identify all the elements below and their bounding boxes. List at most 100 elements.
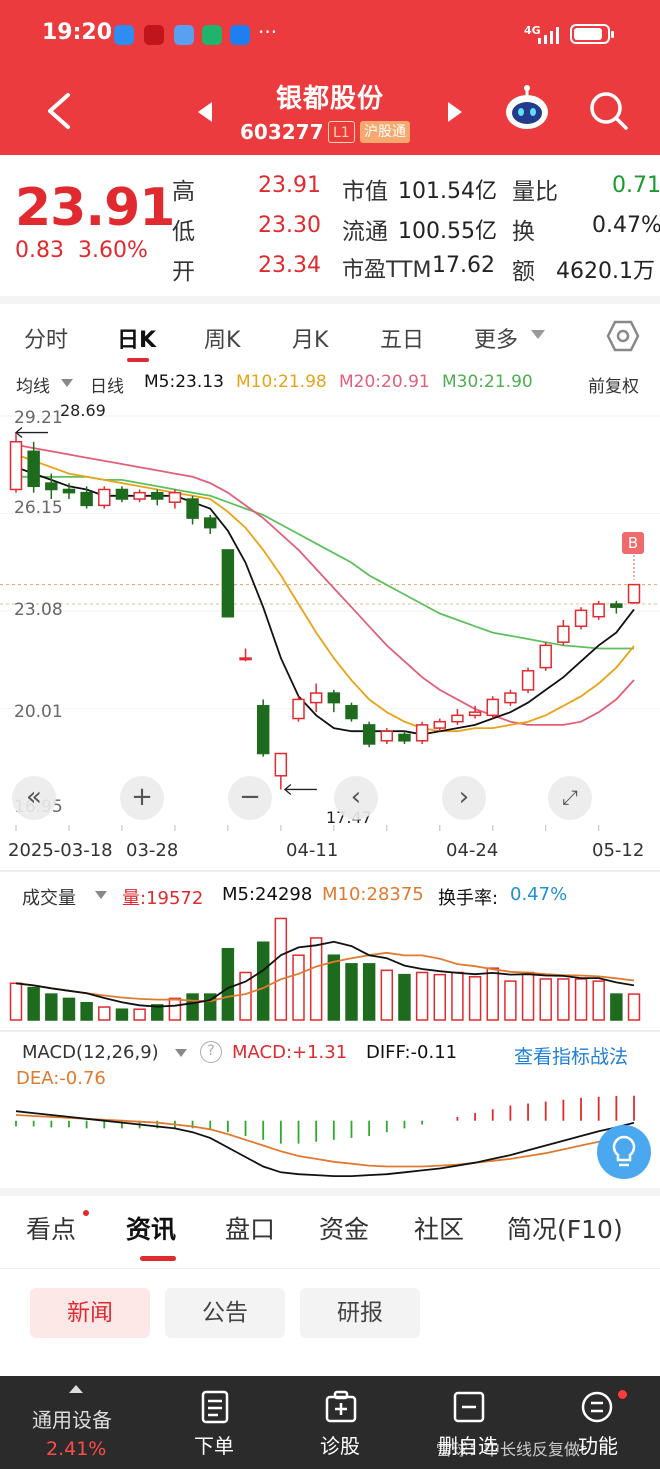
volume-bar bbox=[80, 1001, 93, 1021]
fullscreen-button[interactable]: ⤢ bbox=[548, 776, 592, 820]
volume-bar bbox=[98, 1006, 111, 1021]
macd-chart[interactable] bbox=[0, 1090, 660, 1182]
stock-name: 银都股份 bbox=[275, 84, 384, 114]
candle-body bbox=[574, 609, 588, 628]
volume-bar bbox=[115, 1008, 129, 1021]
mcap-value: 101.54亿 bbox=[398, 179, 497, 204]
volume-selector[interactable]: 成交量 bbox=[22, 884, 76, 910]
order-label[interactable]: 下单 bbox=[194, 1430, 234, 1459]
adjust-mode[interactable]: 前复权 bbox=[588, 372, 639, 397]
volume-chart[interactable] bbox=[0, 908, 660, 1026]
indicator-strategy-link[interactable]: 查看指标战法 bbox=[514, 1042, 628, 1069]
volume-bar bbox=[327, 954, 341, 1021]
tab-capital[interactable]: 资金 bbox=[319, 1210, 369, 1246]
period-label: 日线 bbox=[90, 377, 124, 397]
tab-more[interactable]: 更多 bbox=[474, 322, 518, 354]
open-label: 开 bbox=[172, 259, 195, 285]
zoom-in-button[interactable]: + bbox=[120, 776, 164, 820]
pe-value: 17.62 bbox=[432, 253, 495, 278]
float-value: 100.55亿 bbox=[398, 219, 497, 244]
browser-app-icon bbox=[174, 25, 194, 45]
diff-line bbox=[15, 1110, 635, 1177]
candle-body bbox=[98, 488, 111, 507]
buy-marker[interactable]: B bbox=[622, 532, 644, 554]
menu-icon[interactable] bbox=[580, 1390, 614, 1424]
zoom-out-button[interactable]: − bbox=[228, 776, 272, 820]
remove-watchlist-icon[interactable] bbox=[452, 1390, 486, 1424]
pan-left-button[interactable]: ‹ bbox=[334, 776, 378, 820]
expand-up-icon[interactable] bbox=[68, 1384, 84, 1394]
volume-bar bbox=[345, 963, 358, 1021]
macd-dropdown-icon[interactable] bbox=[174, 1048, 188, 1058]
volume-bar bbox=[433, 973, 446, 1021]
candle-body bbox=[133, 491, 146, 500]
volume-bar bbox=[9, 982, 23, 1021]
high-value: 23.91 bbox=[258, 173, 321, 198]
tab-highlights[interactable]: 看点 bbox=[26, 1210, 76, 1246]
turnover-rate-label: 换手率: bbox=[438, 888, 499, 909]
tab-news[interactable]: 资讯 bbox=[126, 1210, 176, 1246]
volume-bar bbox=[380, 969, 394, 1021]
diff-value: DIFF:-0.11 bbox=[366, 1042, 458, 1063]
order-icon[interactable] bbox=[200, 1390, 230, 1424]
diagnose-icon[interactable] bbox=[324, 1390, 358, 1424]
high-mark-label: 28.69 bbox=[60, 401, 106, 420]
ma5-value: M5:23.13 bbox=[144, 372, 224, 392]
volume-bar bbox=[186, 993, 199, 1021]
subtab-research[interactable]: 研报 bbox=[300, 1288, 420, 1338]
tab-community[interactable]: 社区 bbox=[414, 1210, 464, 1246]
candle-body bbox=[256, 705, 270, 755]
price-axis-label: 20.01 bbox=[14, 702, 63, 722]
tab-f10[interactable]: 简况(F10) bbox=[507, 1210, 623, 1246]
more-notifications-icon: ··· bbox=[258, 20, 278, 44]
price-change-pct: 3.60% bbox=[78, 238, 148, 263]
last-price: 23.91 bbox=[15, 178, 175, 238]
volratio-label: 量比 bbox=[512, 179, 558, 205]
pan-right-button[interactable]: › bbox=[442, 776, 486, 820]
pe-label: 市盈TTM bbox=[342, 258, 432, 283]
volume-bar bbox=[574, 978, 588, 1021]
notification-dot bbox=[618, 1390, 627, 1399]
candle-body bbox=[468, 711, 482, 717]
ma-selector[interactable]: 均线 bbox=[16, 372, 50, 397]
date-axis-label: 04-11 bbox=[286, 840, 339, 861]
connect-badge: 沪股通 bbox=[360, 121, 410, 143]
macd-selector[interactable]: MACD(12,26,9) bbox=[22, 1042, 159, 1063]
kline-chart[interactable] bbox=[0, 395, 660, 835]
candle-body bbox=[415, 724, 429, 742]
ma30-value: M30:21.90 bbox=[442, 372, 533, 392]
tab-intraday[interactable]: 分时 bbox=[24, 322, 68, 354]
help-icon[interactable]: ? bbox=[200, 1041, 222, 1063]
tab-orderbook[interactable]: 盘口 bbox=[225, 1210, 275, 1246]
tab-five-day[interactable]: 五日 bbox=[380, 322, 424, 354]
search-icon[interactable] bbox=[588, 90, 630, 132]
tab-weekly-k[interactable]: 周K bbox=[204, 322, 240, 354]
next-stock-icon[interactable] bbox=[446, 100, 464, 124]
volume-m10: M10:28375 bbox=[322, 884, 424, 905]
robot-assistant-icon[interactable] bbox=[502, 84, 552, 134]
ma20-value: M20:20.91 bbox=[339, 372, 430, 392]
subtab-announcements[interactable]: 公告 bbox=[165, 1288, 285, 1338]
watermark: 雪球：中长线反复做t bbox=[436, 1440, 587, 1459]
volume-dropdown-icon[interactable] bbox=[94, 890, 108, 900]
ma-dropdown-icon[interactable] bbox=[60, 378, 74, 388]
diagnose-label[interactable]: 诊股 bbox=[320, 1430, 360, 1459]
sector-change: 2.41% bbox=[46, 1438, 107, 1460]
lightbulb-icon[interactable] bbox=[596, 1124, 652, 1180]
subtab-news[interactable]: 新闻 bbox=[30, 1288, 150, 1338]
divider bbox=[0, 296, 660, 304]
volume-bar bbox=[486, 967, 499, 1021]
volume-bar bbox=[45, 993, 58, 1021]
rewind-button[interactable]: « bbox=[12, 776, 56, 820]
volume-bar bbox=[539, 978, 552, 1021]
tab-daily-k[interactable]: 日K bbox=[117, 322, 156, 354]
chevron-down-icon bbox=[531, 330, 545, 339]
volume-bar bbox=[256, 941, 270, 1021]
dea-line bbox=[15, 1114, 635, 1168]
candle-body bbox=[557, 625, 570, 643]
settings-hexagon-icon[interactable] bbox=[606, 320, 640, 352]
candle-body bbox=[610, 603, 623, 608]
candle-body bbox=[539, 644, 552, 669]
tab-monthly-k[interactable]: 月K bbox=[292, 322, 328, 354]
sector-name[interactable]: 通用设备 bbox=[32, 1404, 112, 1433]
